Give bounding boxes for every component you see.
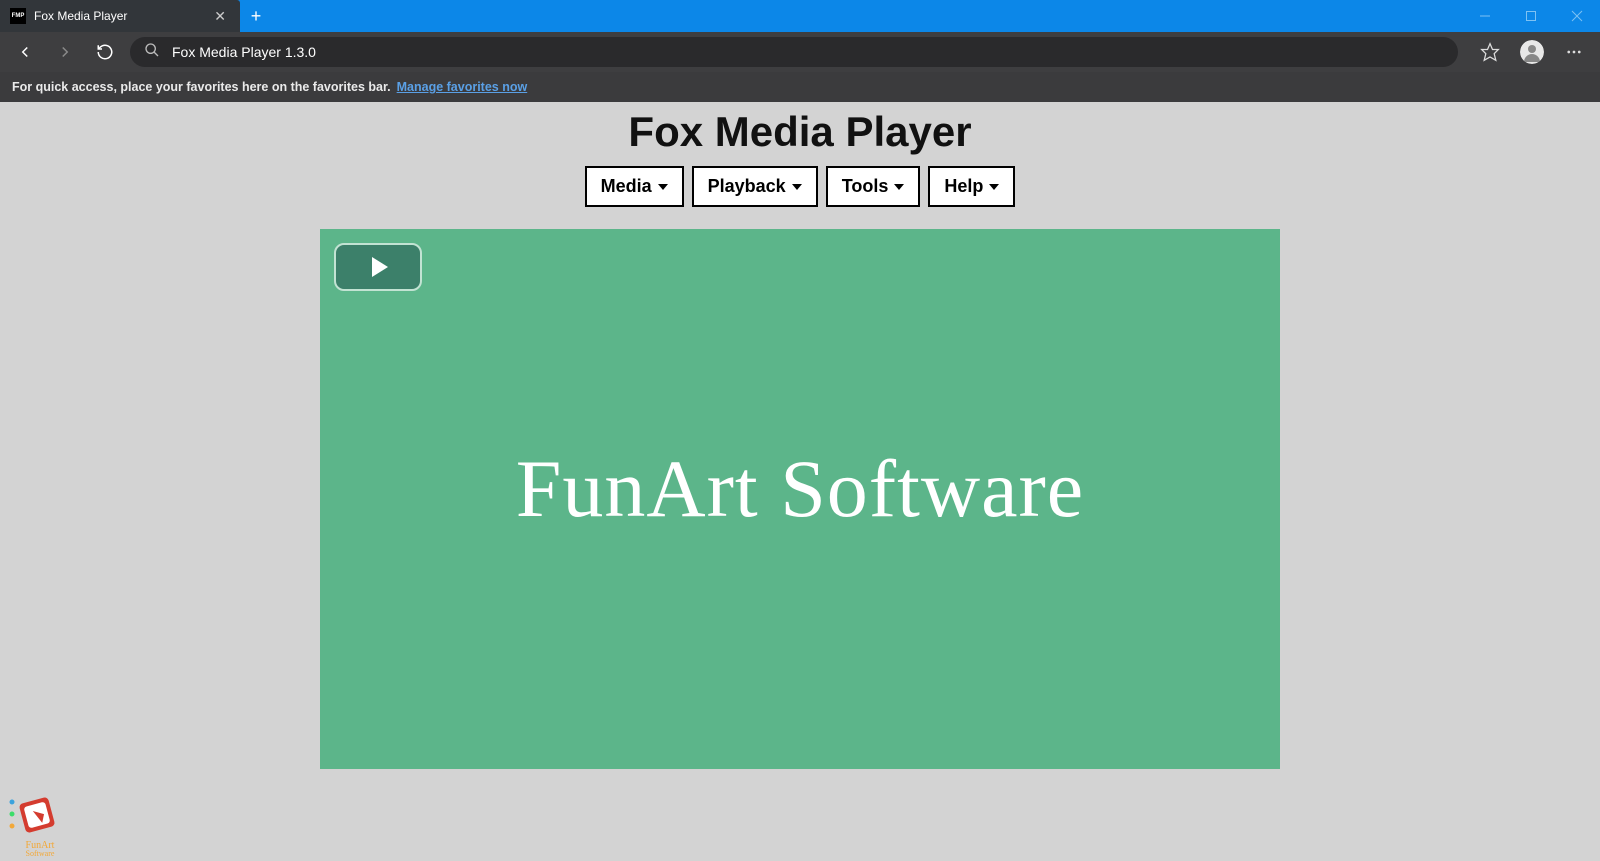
svg-text:Software: Software <box>26 849 55 856</box>
more-menu-icon[interactable] <box>1558 36 1590 68</box>
new-tab-button[interactable]: + <box>240 0 272 32</box>
window-controls <box>1462 0 1600 32</box>
menu-playback-label: Playback <box>708 176 786 197</box>
favorite-star-icon[interactable] <box>1474 36 1506 68</box>
forward-button[interactable] <box>50 37 80 67</box>
search-icon <box>144 42 160 63</box>
browser-tab[interactable]: FMP Fox Media Player ✕ <box>0 0 240 32</box>
play-icon <box>372 257 388 277</box>
page-content: Fox Media Player Media Playback Tools He… <box>0 102 1600 860</box>
menu-media[interactable]: Media <box>585 166 684 207</box>
close-window-icon[interactable] <box>1554 0 1600 32</box>
menu-help-label: Help <box>944 176 983 197</box>
tab-title: Fox Media Player <box>34 9 202 23</box>
menu-playback[interactable]: Playback <box>692 166 818 207</box>
video-brand-overlay: FunArt Software <box>516 442 1084 556</box>
manage-favorites-link[interactable]: Manage favorites now <box>397 80 528 94</box>
play-button[interactable] <box>334 243 422 291</box>
menu-tools[interactable]: Tools <box>826 166 921 207</box>
chevron-down-icon <box>989 184 999 190</box>
chevron-down-icon <box>792 184 802 190</box>
video-player[interactable]: FunArt Software <box>320 229 1280 769</box>
page-title: Fox Media Player <box>0 108 1600 156</box>
address-text: Fox Media Player 1.3.0 <box>172 44 316 60</box>
browser-toolbar: Fox Media Player 1.3.0 <box>0 32 1600 72</box>
refresh-button[interactable] <box>90 37 120 67</box>
tab-close-icon[interactable]: ✕ <box>210 8 230 25</box>
chevron-down-icon <box>658 184 668 190</box>
back-button[interactable] <box>10 37 40 67</box>
menu-tools-label: Tools <box>842 176 889 197</box>
tab-favicon: FMP <box>10 8 26 24</box>
funart-logo: FunArt Software <box>4 792 76 856</box>
minimize-icon[interactable] <box>1462 0 1508 32</box>
profile-avatar[interactable] <box>1516 36 1548 68</box>
menu-help[interactable]: Help <box>928 166 1015 207</box>
address-bar[interactable]: Fox Media Player 1.3.0 <box>130 37 1458 67</box>
app-menubar: Media Playback Tools Help <box>0 166 1600 207</box>
chevron-down-icon <box>894 184 904 190</box>
menu-media-label: Media <box>601 176 652 197</box>
favorites-hint-bar: For quick access, place your favorites h… <box>0 72 1600 102</box>
window-titlebar: FMP Fox Media Player ✕ + <box>0 0 1600 32</box>
maximize-icon[interactable] <box>1508 0 1554 32</box>
favorites-hint-text: For quick access, place your favorites h… <box>12 80 391 94</box>
